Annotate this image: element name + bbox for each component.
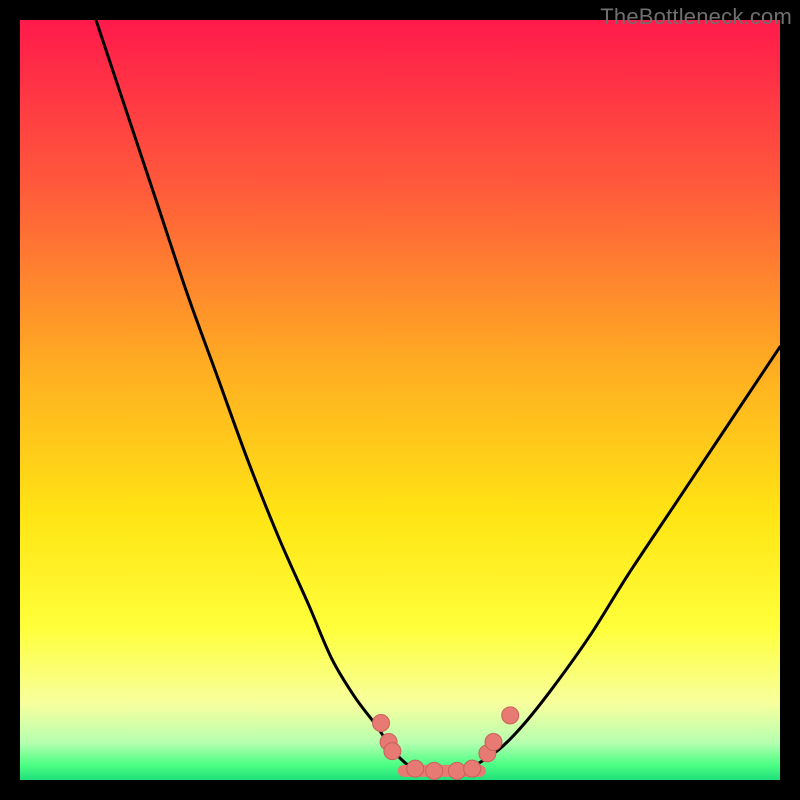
watermark-text: TheBottleneck.com [600,4,792,30]
marker-dot [384,743,401,760]
marker-dot [407,760,424,777]
marker-dot [464,760,481,777]
marker-dot [373,715,390,732]
marker-dot [485,734,502,751]
marker-dot [449,762,466,779]
marker-dot [502,707,519,724]
marker-dot [426,762,443,779]
bottleneck-chart [20,20,780,780]
